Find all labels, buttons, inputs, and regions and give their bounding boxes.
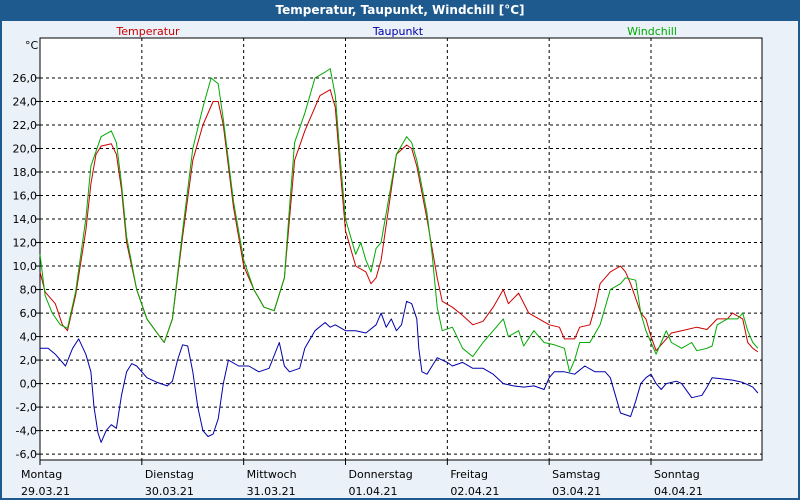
y-tick-label: 26,0 (13, 72, 38, 85)
x-weekday-label: Dienstag (145, 468, 194, 481)
x-weekday-label: Donnerstag (349, 468, 413, 481)
y-tick-label: 24,0 (13, 95, 38, 108)
y-tick-label: -4,0 (16, 425, 37, 438)
x-weekday-label: Mittwoch (247, 468, 297, 481)
legend-temperatur: Temperatur (115, 25, 180, 38)
temperature-chart: -6,0 -4,0 -2,0 0,0 2,0 4,0 6,0 8,0 10,0 12,0 14,0 1… (13, 25, 763, 498)
y-axis-unit: °C (25, 39, 39, 52)
y-tick-label: 10,0 (13, 260, 38, 273)
y-tick-label: 0,0 (20, 378, 38, 391)
x-weekday-label: Freitag (450, 468, 488, 481)
legend-taupunkt: Taupunkt (372, 25, 424, 38)
y-tick-label: 16,0 (13, 190, 38, 203)
x-date-label: 29.03.21 (21, 485, 70, 498)
y-tick-label: 12,0 (13, 237, 38, 250)
x-weekday-label: Montag (21, 468, 62, 481)
x-weekday-label: Samstag (552, 468, 600, 481)
y-tick-label: 22,0 (13, 119, 38, 132)
y-tick-label: 4,0 (20, 331, 38, 344)
x-weekday-label: Sonntag (654, 468, 700, 481)
x-date-label: 31.03.21 (247, 485, 296, 498)
x-date-label: 03.04.21 (552, 485, 601, 498)
x-date-label: 02.04.21 (450, 485, 499, 498)
x-date-label: 04.04.21 (654, 485, 703, 498)
y-tick-label: 8,0 (20, 284, 38, 297)
y-tick-label: 18,0 (13, 166, 38, 179)
y-tick-label: 14,0 (13, 213, 38, 226)
x-date-label: 30.03.21 (145, 485, 194, 498)
y-tick-label: -2,0 (16, 401, 37, 414)
y-tick-label: -6,0 (16, 448, 37, 461)
y-tick-label: 20,0 (13, 142, 38, 155)
y-tick-label: 6,0 (20, 307, 38, 320)
y-tick-label: 2,0 (20, 354, 38, 367)
x-date-label: 01.04.21 (349, 485, 398, 498)
legend-windchill: Windchill (627, 25, 677, 38)
chart-window: Temperatur, Taupunkt, Windchill [°C] -6,… (0, 0, 800, 500)
